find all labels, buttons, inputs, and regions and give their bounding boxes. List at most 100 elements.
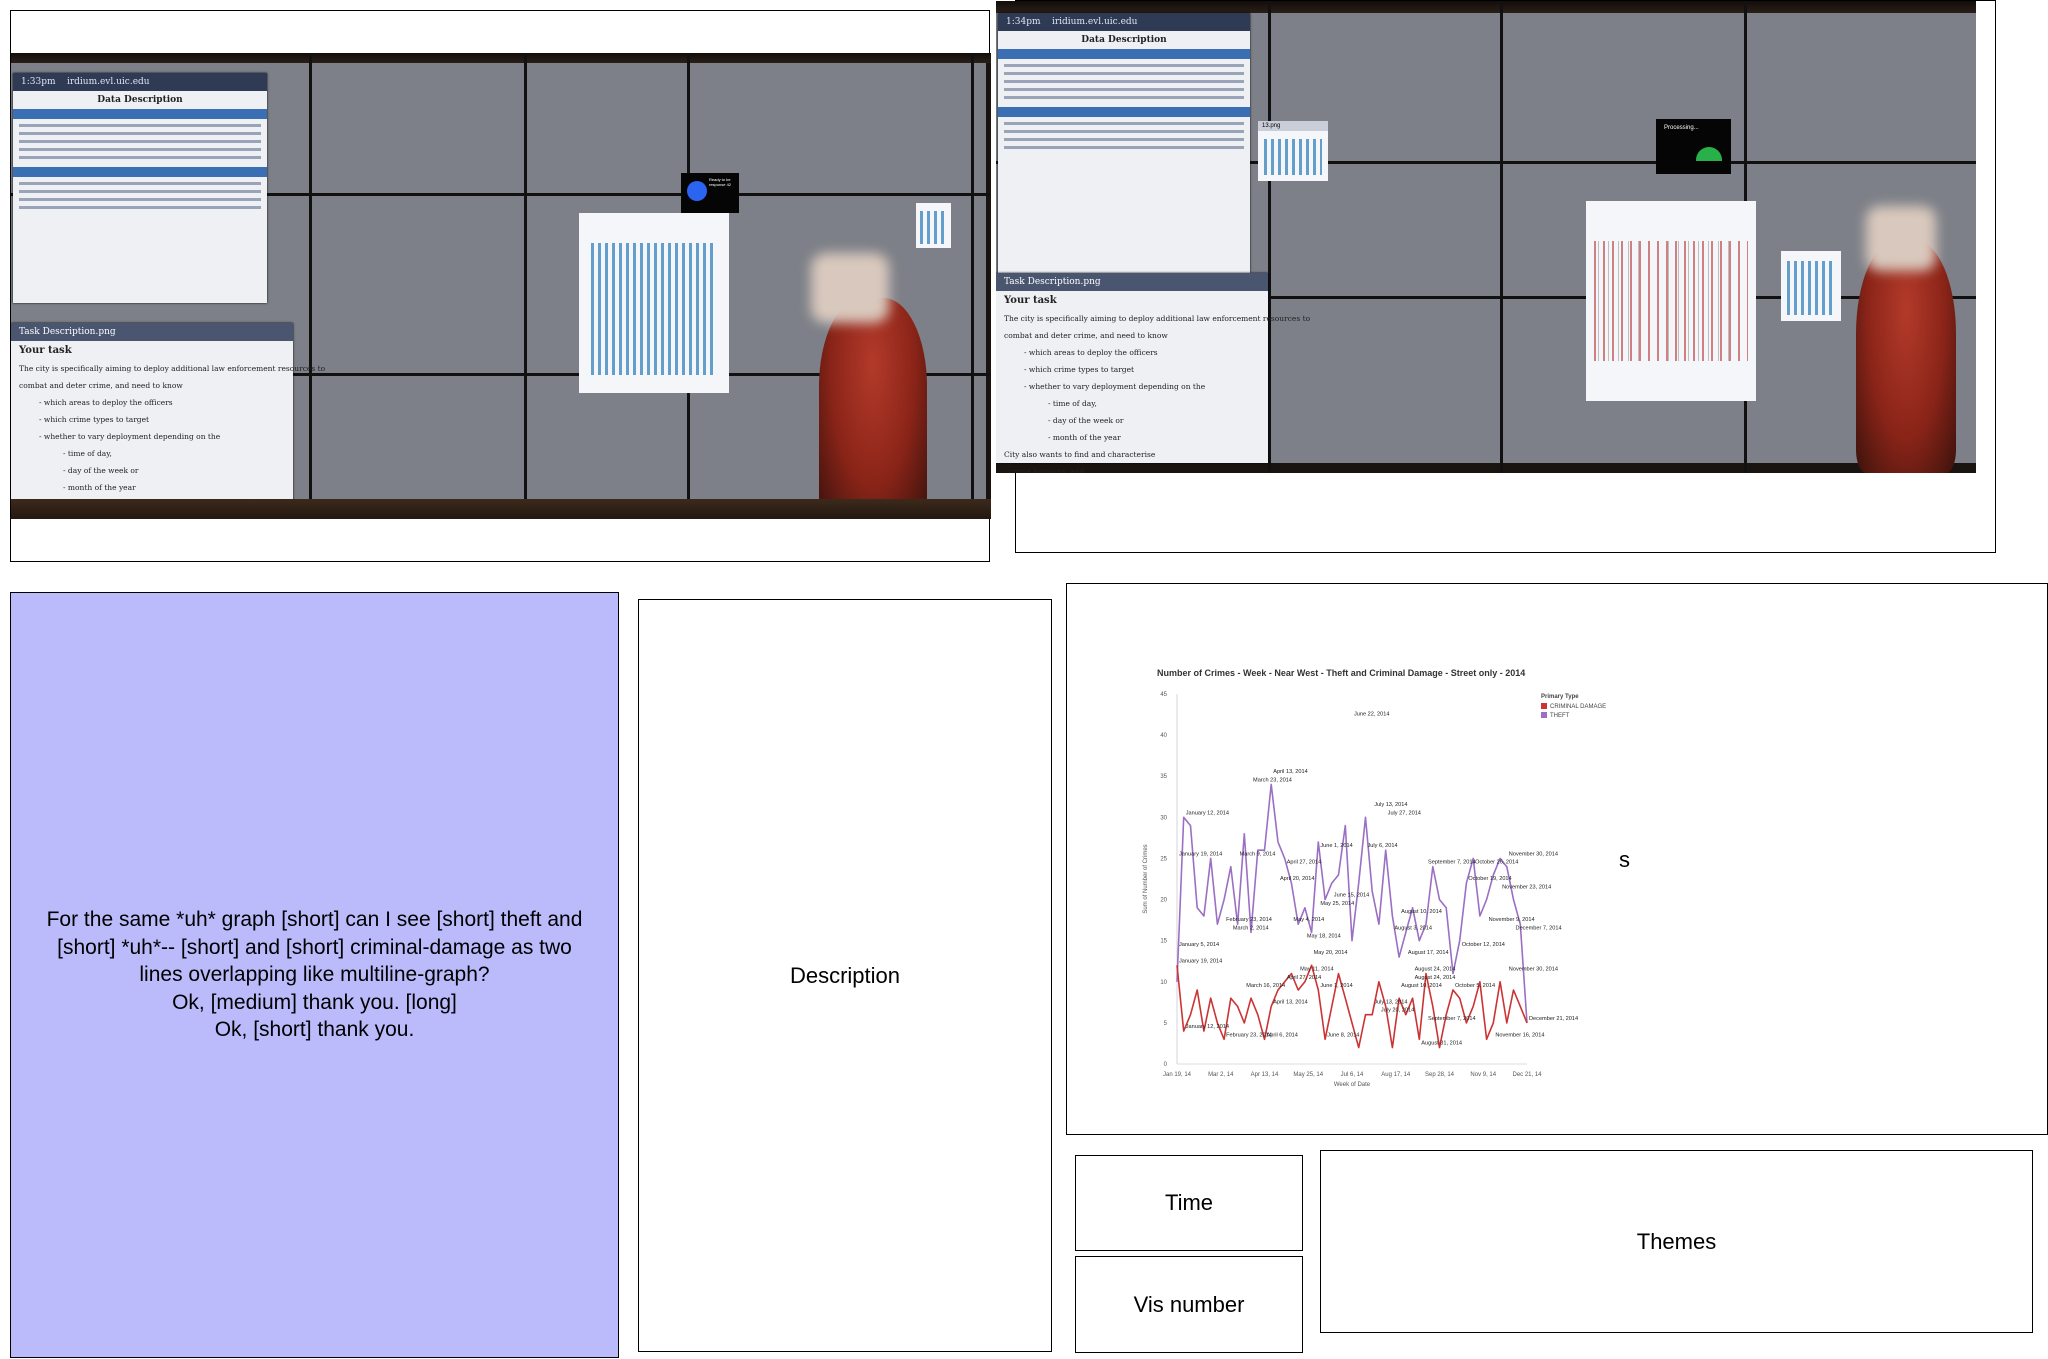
data-point-label: July 13, 2014 bbox=[1374, 999, 1407, 1005]
task-line: - day of the week or bbox=[63, 466, 139, 475]
chart-title: Number of Crimes - Week - Near West - Th… bbox=[1157, 668, 1525, 678]
task-description-window: Task Description.png Your task The city … bbox=[996, 273, 1311, 473]
data-point-label: January 12, 2014 bbox=[1186, 1024, 1229, 1030]
y-tick-label: 45 bbox=[1160, 692, 1167, 698]
y-tick-label: 20 bbox=[1160, 898, 1167, 904]
task-line: - month of the year bbox=[1048, 433, 1121, 442]
data-point-label: October 5, 2014 bbox=[1455, 983, 1495, 989]
small-chart-panel bbox=[916, 203, 951, 248]
data-point-label: July 13, 2014 bbox=[1374, 802, 1407, 808]
data-point-label: January 19, 2014 bbox=[1179, 958, 1222, 964]
data-point-label: June 8, 2014 bbox=[1327, 1032, 1359, 1038]
task-line: - which crime types to target bbox=[39, 415, 150, 424]
data-point-label: November 16, 2014 bbox=[1495, 1032, 1544, 1038]
data-point-label: August 17, 2014 bbox=[1408, 950, 1449, 956]
thumb-label: 13.png bbox=[1258, 121, 1328, 131]
task-line: The city is specifically aiming to deplo… bbox=[1004, 314, 1311, 323]
data-point-label: September 7, 2014 bbox=[1428, 860, 1476, 866]
task-line: - whether to vary deployment depending o… bbox=[1024, 382, 1206, 391]
data-point-label: August 24, 2014 bbox=[1415, 967, 1456, 973]
data-point-label: April 13, 2014 bbox=[1273, 769, 1308, 775]
transcript-line: lines overlapping like multiline-graph? bbox=[139, 963, 490, 987]
legend-item: CRIMINAL DAMAGE bbox=[1550, 704, 1606, 710]
x-tick-label: May 25, 14 bbox=[1293, 1072, 1323, 1078]
data-point-label: March 9, 2014 bbox=[1240, 851, 1276, 857]
processing-popup: Processing... bbox=[1656, 119, 1731, 174]
x-tick-label: Jul 6, 14 bbox=[1341, 1072, 1364, 1078]
data-point-label: August 10, 2014 bbox=[1401, 983, 1442, 989]
y-tick-label: 25 bbox=[1160, 856, 1167, 862]
legend-item: THEFT bbox=[1550, 713, 1570, 719]
bar-chart-panel bbox=[579, 213, 729, 393]
y-axis-title: Sum of Number of Crimes bbox=[1143, 844, 1149, 913]
display-wall-photo-right: 1:34pm iridium.evl.uic.edu Data Descript… bbox=[996, 1, 1976, 473]
data-point-label: August 24, 2014 bbox=[1415, 975, 1456, 981]
data-point-label: May 25, 2014 bbox=[1320, 901, 1354, 907]
y-tick-label: 30 bbox=[1160, 815, 1167, 821]
bar-chart-panel bbox=[1781, 251, 1841, 321]
data-point-label: November 30, 2014 bbox=[1509, 851, 1558, 857]
data-point-label: September 7, 2014 bbox=[1428, 1016, 1476, 1022]
data-point-label: July 6, 2014 bbox=[1367, 843, 1397, 849]
data-point-label: December 7, 2014 bbox=[1516, 925, 1562, 931]
task-heading: Your task bbox=[19, 345, 72, 356]
host-text: iridium.evl.uic.edu bbox=[1051, 17, 1138, 27]
data-point-label: January 12, 2014 bbox=[1186, 810, 1229, 816]
person-figure bbox=[819, 298, 927, 519]
transcript-line: For the same *uh* graph [short] can I se… bbox=[46, 908, 583, 932]
y-tick-label: 0 bbox=[1164, 1062, 1168, 1068]
time-label: Time bbox=[1164, 1190, 1214, 1215]
legend-swatch bbox=[1541, 712, 1547, 718]
data-description-window: 1:34pm iridium.evl.uic.edu Data Descript… bbox=[998, 13, 1250, 273]
y-tick-label: 10 bbox=[1160, 980, 1167, 986]
data-point-label: November 23, 2014 bbox=[1502, 884, 1551, 890]
transcript-line: Ok, [medium] thank you. [long] bbox=[172, 990, 457, 1014]
popup-text: Ready to be response 42 bbox=[709, 177, 732, 187]
task-line: - month of the year bbox=[63, 483, 136, 492]
task-line: - time of day, bbox=[63, 449, 112, 458]
task-line: - which areas to deploy the officers bbox=[39, 398, 173, 407]
x-tick-label: Sep 28, 14 bbox=[1425, 1072, 1455, 1078]
host-text: irdium.evl.uic.edu bbox=[66, 77, 150, 87]
person-figure bbox=[1856, 241, 1956, 473]
task-heading: Your task bbox=[1004, 295, 1057, 306]
data-point-label: August 31, 2014 bbox=[1421, 1041, 1462, 1047]
themes-box: Themes bbox=[1320, 1150, 2033, 1333]
task-line: - which areas to deploy the officers bbox=[1024, 348, 1158, 357]
data-point-label: December 21, 2014 bbox=[1529, 1016, 1578, 1022]
time-box: Time bbox=[1075, 1155, 1303, 1251]
data-point-label: March 23, 2014 bbox=[1253, 777, 1292, 783]
popup-text: Processing... bbox=[1664, 125, 1699, 131]
task-window-title: Task Description.png bbox=[996, 273, 1268, 291]
photo-frame-left: 1:33pm irdium.evl.uic.edu Data Descripti… bbox=[10, 10, 991, 562]
data-point-label: June 15, 2014 bbox=[1334, 893, 1369, 899]
data-point-label: May 18, 2014 bbox=[1307, 934, 1341, 940]
data-point-label: February 23, 2014 bbox=[1226, 917, 1272, 923]
display-wall-photo-left: 1:33pm irdium.evl.uic.edu Data Descripti… bbox=[11, 53, 991, 519]
data-point-label: May 11, 2014 bbox=[1300, 967, 1333, 973]
data-point-label: April 6, 2014 bbox=[1267, 1032, 1298, 1038]
y-tick-label: 35 bbox=[1160, 774, 1167, 780]
multiline-chart-panel bbox=[1586, 201, 1756, 401]
data-point-label: April 20, 2014 bbox=[1280, 876, 1315, 882]
data-point-label: November 9, 2014 bbox=[1489, 917, 1535, 923]
data-point-label: May 20, 2014 bbox=[1314, 950, 1348, 956]
y-tick-label: 15 bbox=[1160, 939, 1167, 945]
data-point-label: April 27, 2014 bbox=[1287, 860, 1322, 866]
description-label: Description bbox=[789, 962, 901, 988]
vis-side-text: s bbox=[1619, 847, 1630, 872]
task-line: - time of day, bbox=[1048, 399, 1097, 408]
x-axis-title: Week of Date bbox=[1334, 1082, 1371, 1088]
data-point-label: January 19, 2014 bbox=[1179, 851, 1222, 857]
data-description-window: 1:33pm irdium.evl.uic.edu Data Descripti… bbox=[13, 73, 267, 303]
data-point-label: January 5, 2014 bbox=[1179, 942, 1219, 948]
data-point-label: February 23, 2014 bbox=[1226, 1032, 1272, 1038]
thumbnail-panel: 13.png bbox=[1258, 121, 1328, 181]
data-point-label: August 3, 2014 bbox=[1394, 925, 1432, 931]
x-tick-label: Jan 19, 14 bbox=[1163, 1072, 1192, 1078]
task-line: combat and deter crime, and need to know bbox=[19, 381, 183, 390]
data-point-label: March 2, 2014 bbox=[1233, 925, 1269, 931]
y-tick-label: 40 bbox=[1160, 733, 1167, 739]
transcript-text: For the same *uh* graph [short] can I se… bbox=[43, 906, 587, 1044]
legend-title: Primary Type bbox=[1541, 694, 1579, 700]
